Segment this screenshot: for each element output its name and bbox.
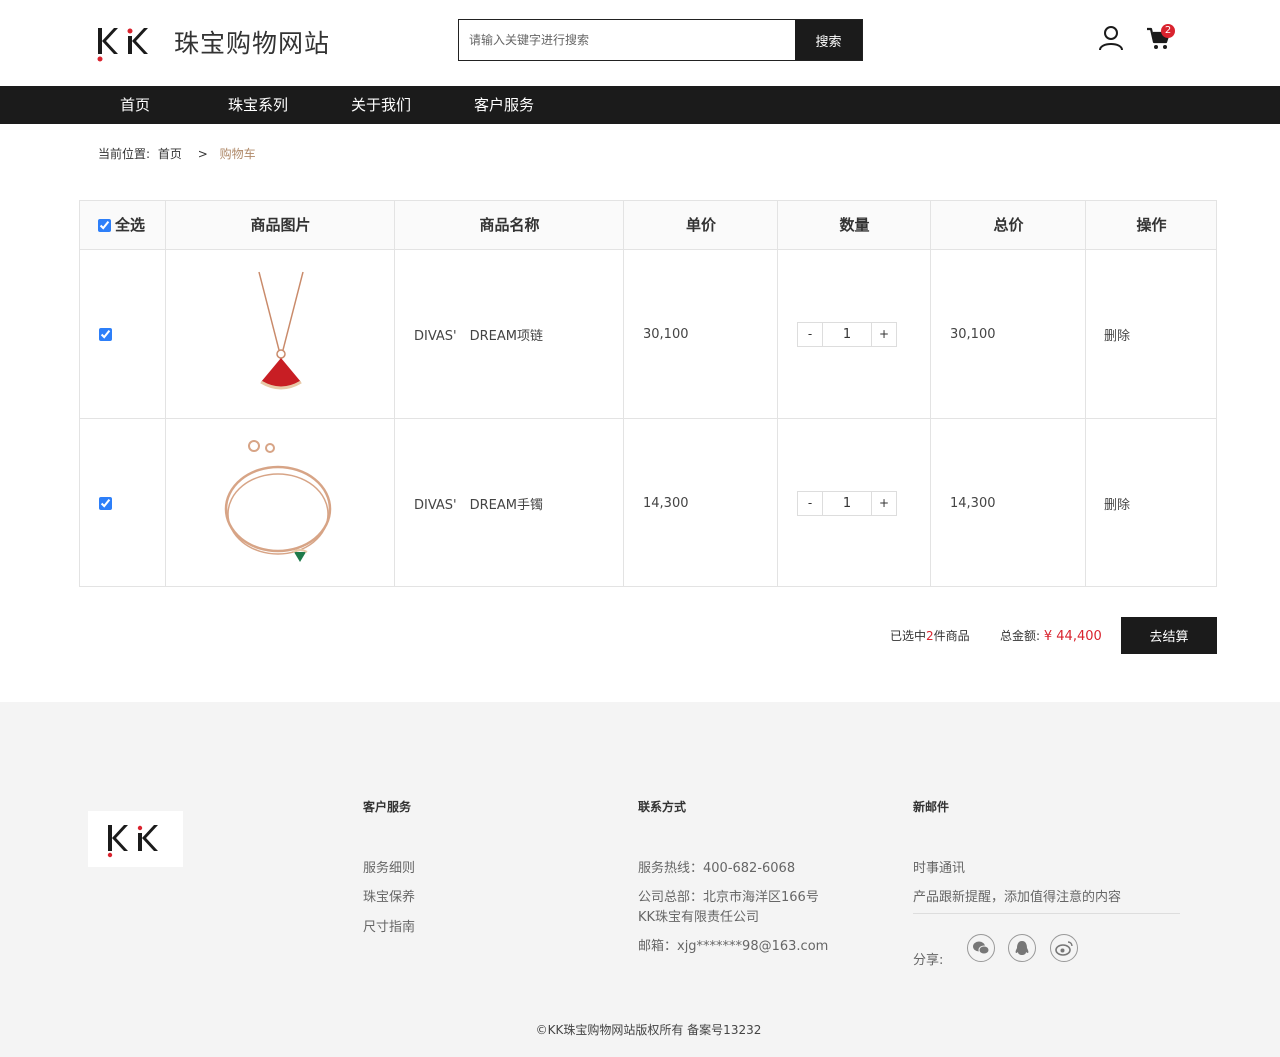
delete-link[interactable]: 删除 <box>1104 419 1130 588</box>
search-input[interactable] <box>459 20 796 60</box>
footer-link[interactable]: 服务细则 <box>363 857 415 876</box>
share-label: 分享: <box>913 953 944 968</box>
quantity-decrease-button[interactable]: - <box>798 492 822 515</box>
user-icon[interactable] <box>1098 25 1124 51</box>
search-box: 搜索 <box>458 19 863 61</box>
footer-column-newsletter: 新邮件 <box>913 798 949 815</box>
quantity-increase-button[interactable]: + <box>872 323 896 346</box>
copyright: ©KK珠宝购物网站版权所有 备案号13232 <box>535 1023 762 1037</box>
header-action: 操作 <box>1136 216 1167 234</box>
row-checkbox[interactable] <box>99 497 112 510</box>
qq-icon[interactable] <box>1008 934 1036 962</box>
quantity-stepper: - 1 + <box>797 491 897 516</box>
quantity-stepper: - 1 + <box>797 322 897 347</box>
breadcrumb-home-link[interactable]: 首页 <box>158 147 182 161</box>
selected-suffix: 件商品 <box>933 629 970 643</box>
bracelet-image[interactable] <box>216 434 346 574</box>
breadcrumb: 当前位置: 首页 > 购物车 <box>98 145 260 162</box>
kk-logo[interactable] <box>96 24 158 64</box>
quantity-decrease-button[interactable]: - <box>798 323 822 346</box>
header-image: 商品图片 <box>250 216 311 234</box>
header-price: 单价 <box>685 216 716 234</box>
search-button[interactable]: 搜索 <box>795 20 862 60</box>
row-select-cell <box>99 250 112 419</box>
breadcrumb-prefix: 当前位置: <box>98 147 151 161</box>
row-select-cell <box>99 419 112 588</box>
cart-count-badge: 2 <box>1161 24 1175 38</box>
nav-item-about-us[interactable]: 关于我们 <box>351 86 411 124</box>
cart-row: DIVAS' DREAM项链 30,100 - 1 + 30,100 删除 <box>80 250 1216 419</box>
selected-prefix: 已选中 <box>890 629 927 643</box>
quantity-input[interactable]: 1 <box>822 492 872 515</box>
weibo-icon[interactable] <box>1050 934 1078 962</box>
site-header: 珠宝购物网站 搜索 2 <box>0 0 1280 86</box>
total-label: 总金额: <box>1000 629 1041 643</box>
product-total: 14,300 <box>950 496 996 511</box>
product-image-cell <box>166 419 395 588</box>
cart-row: DIVAS' DREAM手镯 14,300 - 1 + 14,300 删除 <box>80 419 1216 588</box>
cart-table: 全选 商品图片 商品名称 单价 数量 总价 操作 DIVAS' DREAM项链 … <box>79 200 1217 587</box>
select-all-header: 全选 <box>98 201 158 250</box>
footer-divider <box>913 913 1180 914</box>
footer-hotline: 服务热线：400-682-6068 <box>638 861 796 876</box>
product-price: 14,300 <box>643 496 689 511</box>
nav-item-customer-service[interactable]: 客户服务 <box>474 86 534 124</box>
footer-column-title: 新邮件 <box>913 800 950 814</box>
footer-company: KK珠宝有限责任公司 <box>638 910 760 925</box>
footer-link[interactable]: 产品跟新提醒，添加值得注意的内容 <box>913 886 1121 905</box>
total-amount: ¥ 44,400 <box>1043 629 1102 644</box>
footer-email: 邮箱：xjg*******98@163.com <box>638 939 829 954</box>
footer-column-title: 联系方式 <box>638 800 687 814</box>
breadcrumb-separator: > <box>197 147 208 161</box>
footer-column-title: 客户服务 <box>363 800 412 814</box>
kk-logo <box>107 825 158 858</box>
footer-logo[interactable] <box>88 811 183 867</box>
product-price: 30,100 <box>643 327 689 342</box>
breadcrumb-current: 购物车 <box>219 147 256 161</box>
product-name[interactable]: DIVAS' DREAM手镯 <box>414 419 543 588</box>
select-all-label[interactable]: 全选 <box>115 201 145 250</box>
header-quantity: 数量 <box>839 216 870 234</box>
header-total: 总价 <box>993 216 1024 234</box>
selected-count: 2 <box>926 629 934 643</box>
total-amount-summary: 总金额: ¥ 44,400 <box>1000 627 1102 644</box>
quantity-input[interactable]: 1 <box>822 323 872 346</box>
site-name: 珠宝购物网站 <box>174 29 331 58</box>
nav-item-jewelry-series[interactable]: 珠宝系列 <box>228 86 288 124</box>
wechat-icon[interactable] <box>967 934 995 962</box>
product-total: 30,100 <box>950 327 996 342</box>
footer-link[interactable]: 珠宝保养 <box>363 886 415 905</box>
footer-column-contact: 联系方式 <box>638 798 686 815</box>
necklace-image[interactable] <box>241 270 321 400</box>
footer-column-customer-service: 客户服务 <box>363 798 411 815</box>
footer-link[interactable]: 尺寸指南 <box>363 916 415 935</box>
site-footer: 客户服务 服务细则 珠宝保养 尺寸指南 联系方式 服务热线：400-682-60… <box>0 702 1280 1057</box>
product-name[interactable]: DIVAS' DREAM项链 <box>414 250 543 419</box>
product-image-cell <box>166 250 395 419</box>
footer-link[interactable]: 时事通讯 <box>913 857 965 876</box>
footer-address: 公司总部：北京市海洋区166号 <box>638 890 819 905</box>
nav-item-home[interactable]: 首页 <box>120 86 150 124</box>
header-name: 商品名称 <box>479 216 540 234</box>
delete-link[interactable]: 删除 <box>1104 250 1130 419</box>
row-checkbox[interactable] <box>99 328 112 341</box>
main-nav: 首页 珠宝系列 关于我们 客户服务 <box>0 86 1280 124</box>
checkout-button[interactable]: 去结算 <box>1121 617 1217 654</box>
selected-count-summary: 已选中2件商品 <box>890 627 970 644</box>
quantity-increase-button[interactable]: + <box>872 492 896 515</box>
select-all-checkbox[interactable] <box>98 219 111 232</box>
